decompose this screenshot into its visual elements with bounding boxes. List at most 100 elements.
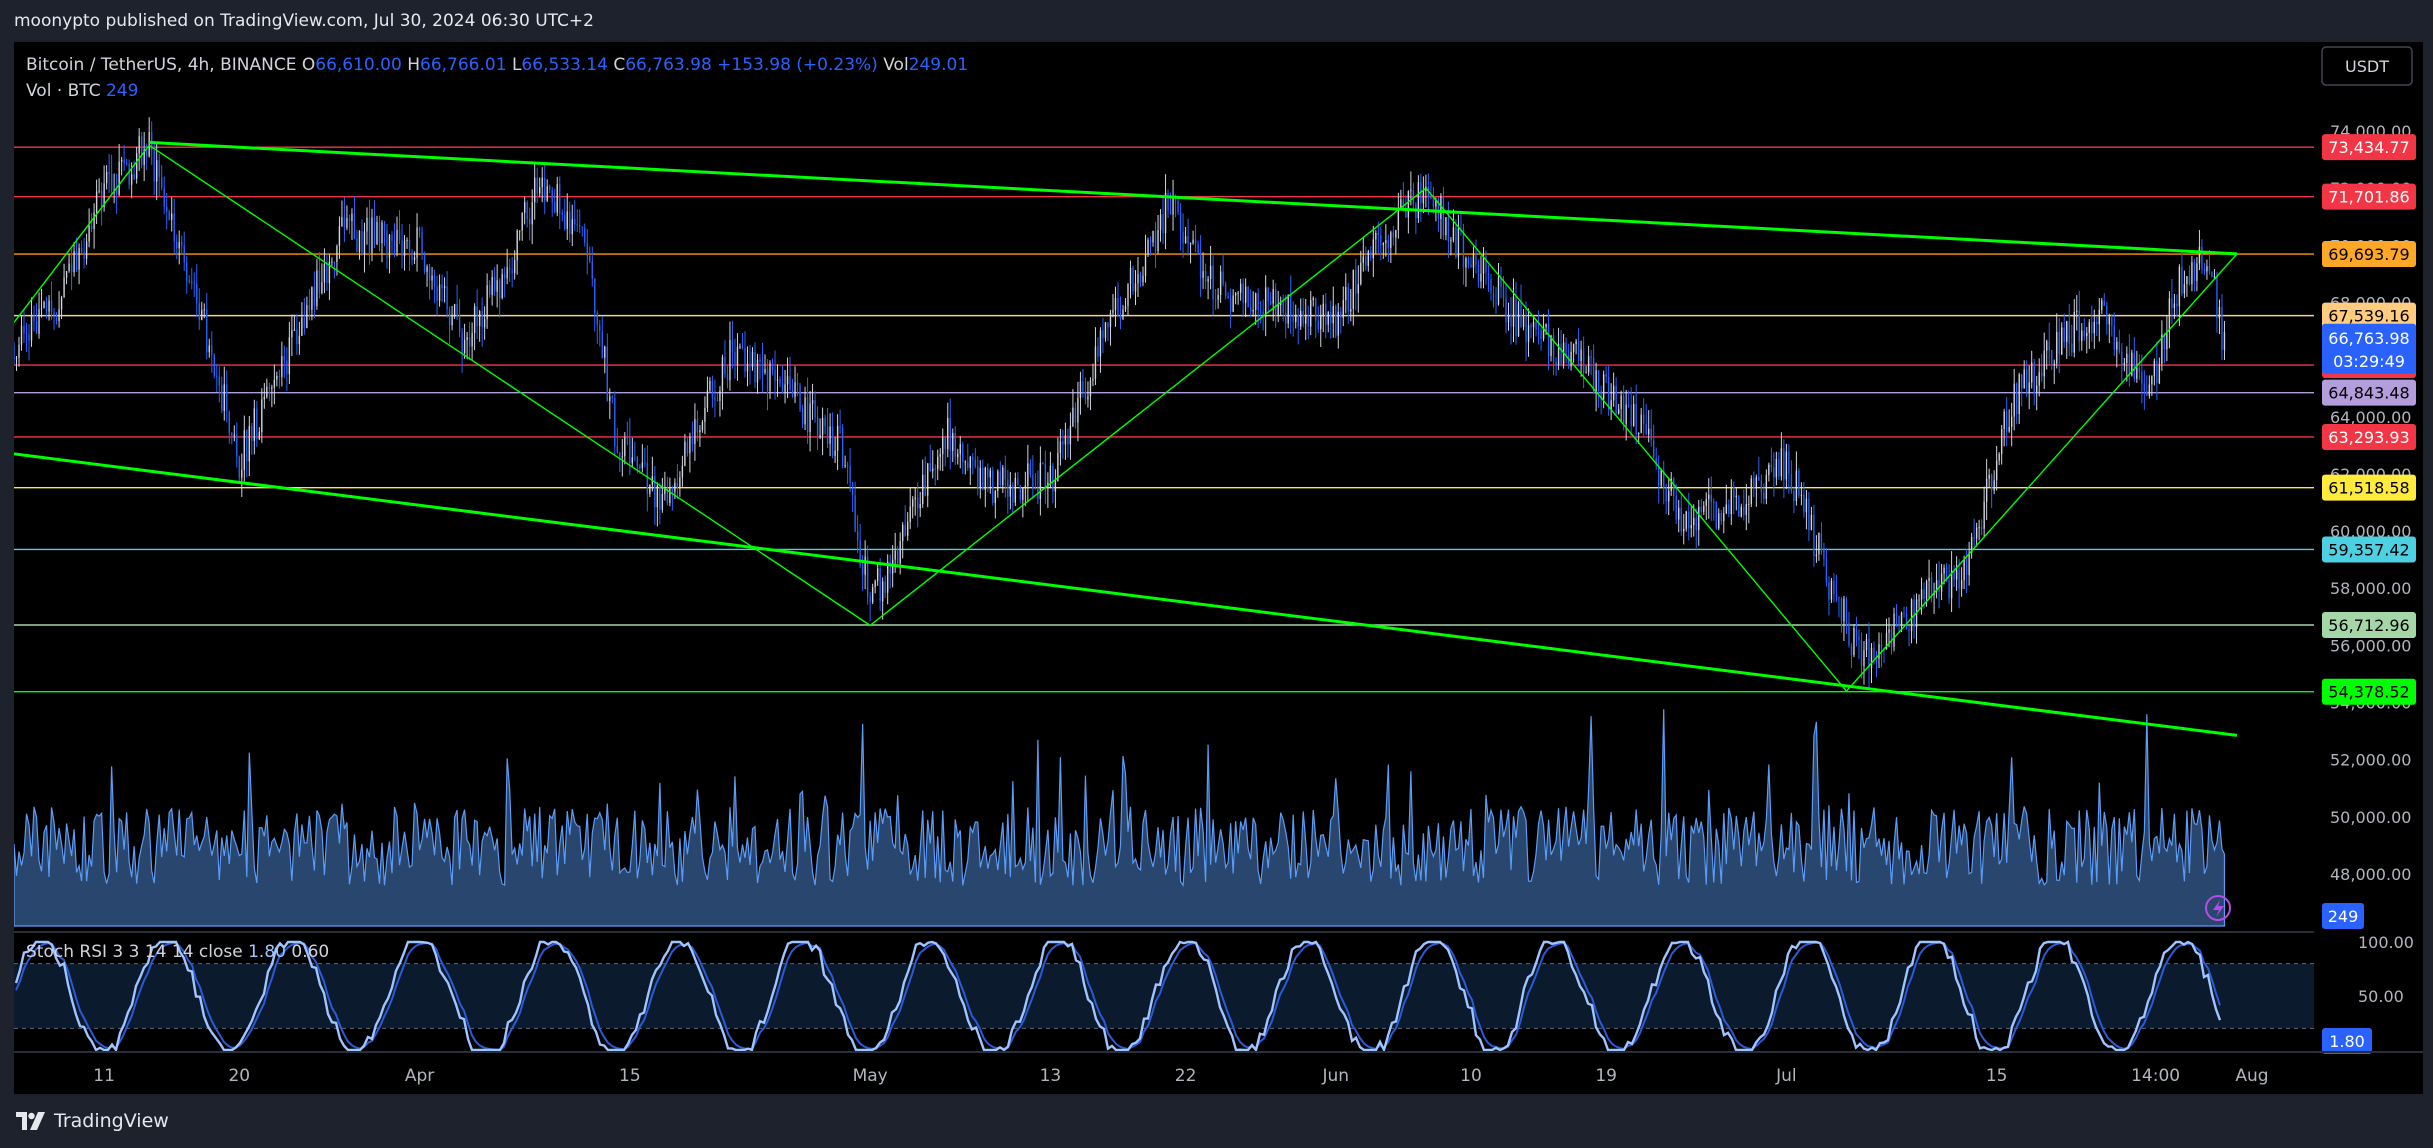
candle-body [654,476,656,508]
candle-body [1978,527,1980,529]
candle-body [476,306,478,327]
candle-body [1580,349,1582,361]
candle-body [834,450,836,456]
candle-body [461,332,463,354]
candle-body [203,309,205,311]
candle-body [271,387,273,389]
candle-body [1169,210,1172,215]
candle-body [871,587,874,603]
candle-body [2023,369,2025,389]
price-axis[interactable]: 74,000.0072,000.0070,000.0068,000.0066,0… [2205,42,2423,1054]
candle-body [1482,256,1485,274]
candle-body [58,309,60,321]
volume-legend: Vol · BTC 249 [26,81,138,101]
candle-body [123,159,125,164]
candle-body [226,384,228,412]
time-tick-label: Jun [1321,1066,1349,1086]
candle-body [2126,353,2128,364]
candle-body [1908,629,1910,632]
level-badge-label: 59,357.42 [2328,540,2409,559]
candle-body [554,201,556,213]
candle-body [1888,629,1890,633]
candle-body [518,230,521,232]
candle-body [1718,513,1720,529]
candle-body [483,319,486,328]
candle-body [1094,346,1097,380]
time-axis[interactable]: 11 20 Apr 15 May 13 22 Jun 10 19 Jul 15 14:00 Aug [14,1051,2423,1086]
candle-body [574,219,576,225]
candle-body [869,596,871,603]
volume-pane [14,709,2226,927]
candle-body [1259,310,1262,312]
candle-body [1930,577,1933,596]
candle-body [2046,341,2048,351]
candle-body [261,399,263,433]
candle-body [974,459,976,467]
candle-body [591,261,593,279]
candle-body [2148,384,2151,396]
currency-button[interactable]: USDT [2321,46,2413,86]
candle-body [1890,629,1893,647]
candle-body [266,386,268,397]
candle-body [1442,195,1445,236]
candle-body [856,531,859,541]
trendlines[interactable] [14,140,2238,737]
stoch-band [14,963,2314,1029]
candle-body [1698,506,1700,531]
candle-body [1960,580,1963,589]
candle-body [791,389,794,397]
candle-body [1605,374,1607,377]
candle-body [1310,300,1312,327]
candle-body [796,382,799,386]
candle-body [1713,502,1715,504]
candle-body [2083,330,2085,337]
candle-body [248,426,251,462]
candle-body [1032,474,1034,489]
candle-body [736,346,739,366]
candle-body [433,275,436,287]
candle-body [924,474,926,496]
candle-body [599,324,601,332]
candle-body [896,550,899,564]
candle-body [1625,404,1627,424]
price-tick-label: 50,000.00 [2330,808,2411,827]
candle-body [1490,278,1492,294]
candle-body [1117,298,1119,316]
candle-body [776,379,779,381]
candle-body [541,177,543,188]
candle-body [1079,381,1082,398]
candle-body [1142,275,1144,283]
candle-body [1422,190,1425,204]
candle-body [95,191,98,213]
price-tick-label: 58,000.00 [2330,579,2411,598]
candle-body [1597,370,1600,391]
candle-body [1477,264,1480,282]
candle-body [1903,612,1905,614]
candle-body [1367,251,1370,266]
candle-body [1405,210,1407,218]
candle-body [493,277,496,292]
candle-body [1345,287,1347,301]
candle-body [1192,239,1194,244]
candle-body [907,522,909,536]
candle-body [110,174,113,191]
candle-body [38,309,40,334]
candle-body [2043,350,2045,377]
candle-body [1207,278,1209,282]
chart-svg[interactable]: 74,000.0072,000.0070,000.0068,000.0066,0… [0,0,2433,1148]
candle-body [1189,243,1192,245]
candle-body [1995,460,1998,481]
candle-body [1164,192,1167,234]
candle-body [1532,321,1535,328]
candle-body [423,254,426,272]
candle-body [1377,232,1380,236]
candle-body [656,485,659,508]
candle-body [711,381,714,398]
time-tick-label: May [853,1066,888,1086]
candle-body [341,217,343,227]
candle-body [2036,385,2038,393]
candle-body [1249,307,1252,312]
candle-body [2108,317,2110,325]
candle-body [1362,256,1364,263]
candle-body [263,396,266,400]
